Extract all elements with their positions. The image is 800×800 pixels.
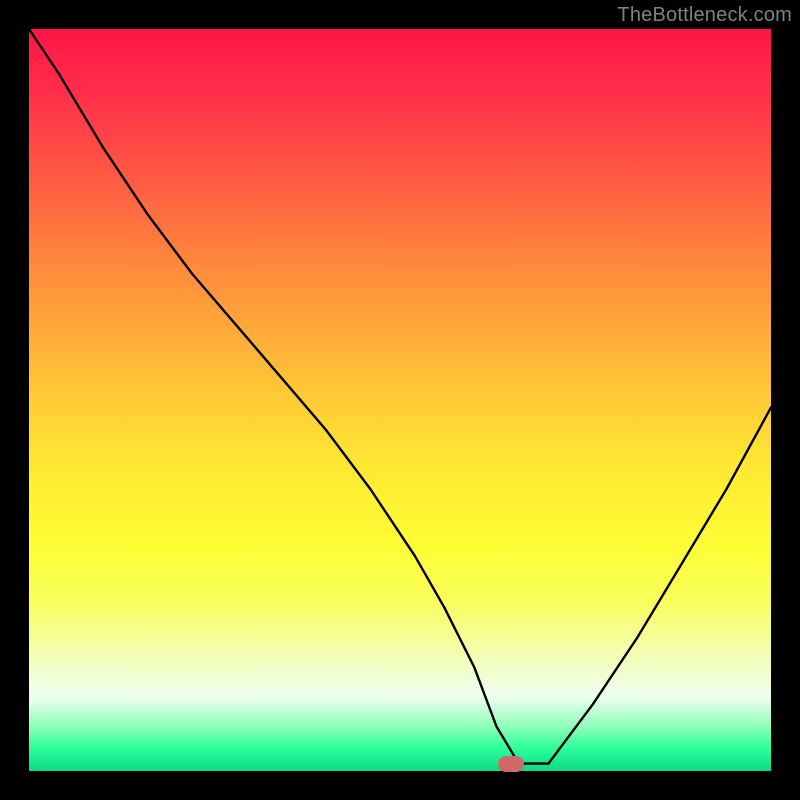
bottleneck-curve — [29, 29, 771, 771]
plot-area — [29, 29, 771, 771]
optimal-point-marker — [498, 756, 524, 772]
watermark-text: TheBottleneck.com — [617, 4, 792, 27]
chart-frame: TheBottleneck.com — [0, 0, 800, 800]
